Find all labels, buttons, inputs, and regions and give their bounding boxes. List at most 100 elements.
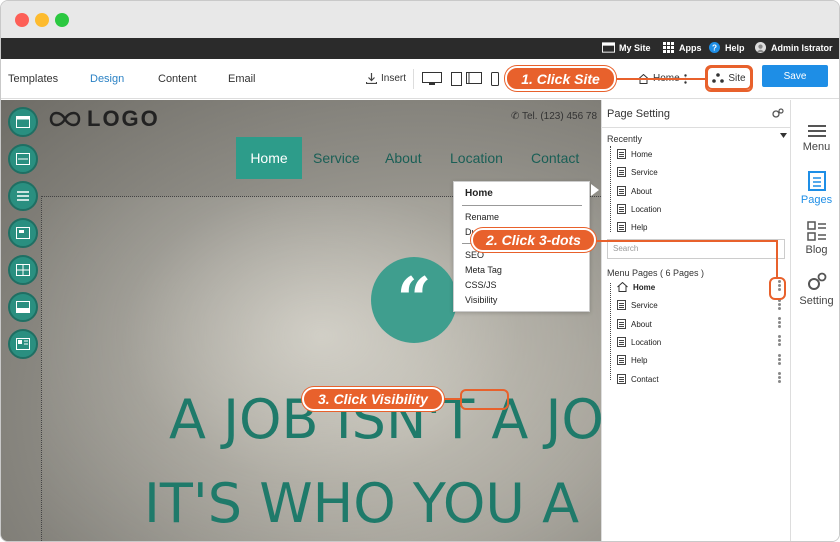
home-icon: [617, 282, 628, 292]
avatar-icon: [755, 42, 766, 53]
page-icon: [617, 319, 626, 329]
menu-page-item-service[interactable]: Service: [617, 300, 658, 310]
grid-block-icon: [16, 264, 30, 276]
section-tool-2[interactable]: [8, 144, 38, 174]
recent-page-label: Help: [631, 222, 648, 232]
user-menu[interactable]: Admin Istrator: [754, 42, 833, 53]
nav-item-contact[interactable]: Contact: [531, 150, 579, 166]
page-icon: [617, 167, 626, 177]
recent-page-label: Service: [631, 167, 658, 177]
nav-item-about[interactable]: About: [385, 150, 422, 166]
rail-pages-button[interactable]: Pages: [791, 171, 839, 206]
page-more-button[interactable]: [778, 372, 781, 384]
rail-menu-button[interactable]: Menu: [791, 124, 839, 153]
page-canvas[interactable]: LOGO ✆ Tel. (123) 456 78 Home Service Ab…: [1, 100, 602, 541]
rail-blog-button[interactable]: Blog: [791, 221, 839, 256]
callout-connector: [616, 78, 708, 80]
nav-item-location[interactable]: Location: [450, 150, 503, 166]
phone-icon: ✆: [511, 111, 520, 122]
recent-page-item[interactable]: Location: [617, 204, 661, 214]
caret-down-icon[interactable]: [780, 133, 787, 138]
recent-page-item[interactable]: Help: [617, 222, 647, 232]
gears-icon: [807, 272, 826, 290]
menu-page-item-contact[interactable]: Contact: [617, 374, 659, 384]
rail-setting-button[interactable]: Setting: [791, 272, 839, 307]
recent-page-label: About: [631, 186, 652, 196]
site-logo[interactable]: LOGO: [47, 106, 160, 132]
my-site-label: My Site: [619, 42, 651, 53]
rail-blog-label: Blog: [805, 244, 828, 256]
page-more-button[interactable]: [778, 317, 781, 329]
my-site-link[interactable]: My Site: [602, 42, 651, 53]
rail-pages-label: Pages: [800, 194, 833, 206]
save-button[interactable]: Save: [762, 65, 828, 87]
section-tool-7[interactable]: [8, 329, 38, 359]
canvas-tool-strip: [8, 107, 40, 366]
browser-window: My Site Apps ? Help Admin Istrator Templ…: [0, 0, 840, 542]
page-search-input[interactable]: Search: [607, 239, 785, 259]
tab-design[interactable]: Design: [90, 73, 124, 85]
recently-heading: Recently: [607, 134, 643, 144]
recent-page-item[interactable]: Service: [617, 167, 658, 177]
menu-page-label: Contact: [631, 374, 659, 384]
footer-block-icon: [16, 301, 30, 313]
quote-icon: “: [371, 257, 457, 343]
tab-templates[interactable]: Templates: [8, 73, 58, 85]
page-more-button[interactable]: [778, 335, 781, 347]
menu-item-meta-tag[interactable]: Meta Tag: [465, 265, 502, 275]
menu-item-css-js[interactable]: CSS/JS: [465, 280, 497, 290]
help-icon: ?: [709, 42, 720, 53]
callout-step2: 2. Click 3-dots: [471, 228, 596, 252]
menu-page-label: Home: [633, 282, 656, 292]
minimize-window-button[interactable]: [35, 13, 49, 27]
help-link[interactable]: ? Help: [708, 42, 745, 53]
menu-page-item-location[interactable]: Location: [617, 337, 661, 347]
menu-item-rename[interactable]: Rename: [465, 212, 499, 222]
maximize-window-button[interactable]: [55, 13, 69, 27]
recent-page-item[interactable]: Home: [617, 149, 652, 159]
nav-item-home[interactable]: Home: [236, 137, 302, 179]
section-tool-1[interactable]: [8, 107, 38, 137]
desktop-view-icon[interactable]: [422, 72, 442, 86]
menu-page-label: About: [631, 319, 652, 329]
section-tool-5[interactable]: [8, 255, 38, 285]
settings-gears-icon[interactable]: [772, 108, 784, 119]
menu-page-item-help[interactable]: Help: [617, 355, 647, 365]
page-icon: [617, 222, 626, 232]
hero-heading-line2: IT'S WHO YOU A: [144, 472, 580, 535]
menu-page-item-about[interactable]: About: [617, 319, 652, 329]
layout-header-icon: [16, 116, 30, 128]
tablet-view-icon[interactable]: [451, 72, 462, 86]
tab-email[interactable]: Email: [228, 73, 256, 85]
page-setting-panel: Page Setting Recently Home Service About…: [601, 100, 791, 541]
menu-lines-icon: [17, 191, 29, 201]
insert-button[interactable]: Insert: [366, 73, 406, 84]
right-rail: Menu Pages Blog Setting: [790, 100, 839, 541]
logo-text: LOGO: [87, 106, 160, 131]
close-window-button[interactable]: [15, 13, 29, 27]
page-more-button[interactable]: [778, 354, 781, 366]
svg-text:?: ?: [712, 43, 717, 52]
menu-item-visibility[interactable]: Visibility: [465, 295, 497, 305]
highlight-more-button: [769, 277, 786, 300]
section-tool-3[interactable]: [8, 181, 38, 211]
rail-setting-label: Setting: [799, 295, 834, 307]
infinity-logo-icon: [49, 111, 81, 127]
apps-link[interactable]: Apps: [662, 42, 702, 53]
tablet-landscape-view-icon[interactable]: [466, 72, 482, 84]
nav-item-service[interactable]: Service: [313, 150, 360, 166]
page-icon: [617, 355, 626, 365]
tab-content[interactable]: Content: [158, 73, 197, 85]
section-tool-6[interactable]: [8, 292, 38, 322]
gallery-block-icon: [16, 338, 30, 350]
section-tool-4[interactable]: [8, 218, 38, 248]
apps-grid-icon: [663, 42, 674, 53]
recent-page-label: Location: [631, 204, 662, 214]
highlight-site-button: [705, 65, 753, 92]
menu-page-item-home[interactable]: Home: [617, 282, 655, 292]
recent-page-item[interactable]: About: [617, 186, 652, 196]
mobile-view-icon[interactable]: [491, 72, 499, 86]
layout-nav-icon: [16, 153, 30, 165]
page-more-button[interactable]: [778, 299, 781, 311]
page-icon: [617, 374, 626, 384]
